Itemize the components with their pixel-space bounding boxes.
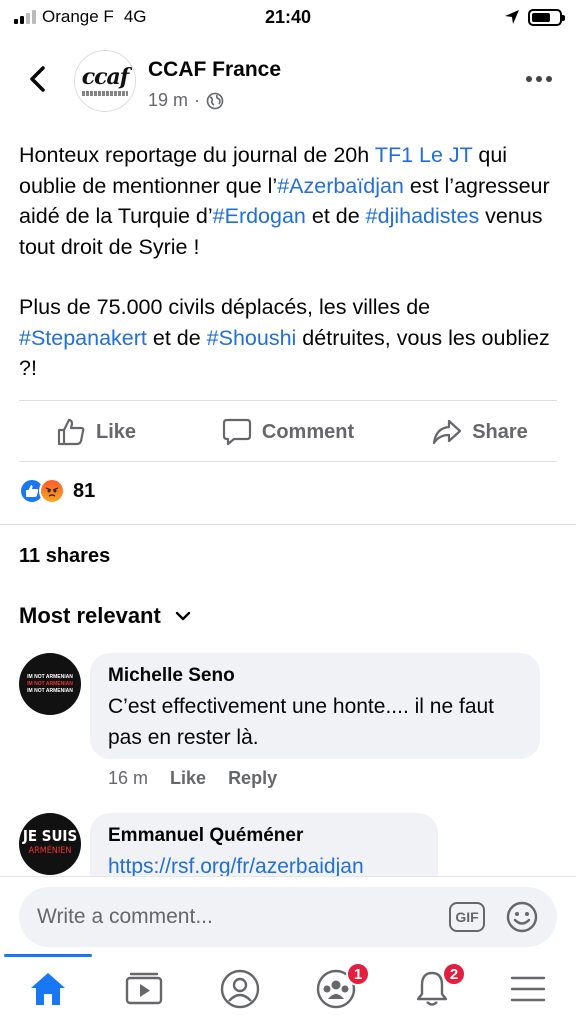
network-type: 4G (123, 7, 147, 26)
comment-composer: GIF (19, 887, 557, 947)
comment-text: C’est effectivement une honte.... il ne … (108, 695, 495, 749)
divider (0, 524, 576, 525)
gif-button[interactable]: GIF (449, 902, 485, 932)
nav-home[interactable] (0, 954, 96, 1024)
comment-input[interactable] (37, 905, 449, 929)
commenter-avatar[interactable]: JE SUIS ARMÉNIEN (19, 813, 81, 875)
page-name[interactable]: CCAF France (148, 58, 281, 82)
share-button[interactable]: Share (384, 417, 576, 447)
nav-notifications[interactable]: 2 (384, 954, 480, 1024)
thumbs-up-icon (57, 418, 85, 446)
status-bar: Orange F 4G 21:40 (0, 0, 576, 34)
comment-time: 16 m (108, 768, 149, 788)
signal-icon (14, 10, 36, 24)
post-link[interactable]: #Stepanakert (19, 326, 147, 350)
back-button[interactable] (22, 62, 52, 96)
nav-watch[interactable] (96, 954, 192, 1024)
comment-meta: 16 m Like Reply (108, 768, 277, 789)
post-actions: Like Comment Share (0, 404, 576, 460)
post-paragraph-1: Honteux reportage du journal de 20h TF1 … (19, 140, 559, 262)
comment-bubble[interactable]: Michelle Seno C’est effectivement une ho… (90, 653, 540, 759)
shares-count[interactable]: 11 shares (19, 545, 110, 568)
battery-icon (528, 8, 565, 26)
nav-profile[interactable] (192, 954, 288, 1024)
angry-icon (39, 478, 65, 504)
page-logo: ccaf (81, 64, 130, 90)
post-link[interactable]: #Azerbaïdjan (277, 174, 404, 198)
comment-author[interactable]: Emmanuel Quéméner (108, 825, 420, 847)
post-link[interactable]: #Shoushi (207, 326, 297, 350)
comment-composer-bar: GIF (0, 876, 576, 954)
divider (19, 400, 557, 401)
comment-button[interactable]: Comment (192, 417, 384, 447)
post-time[interactable]: 19 m (148, 90, 188, 111)
more-options-button[interactable] (526, 76, 552, 82)
comment-like-button[interactable]: Like (170, 768, 206, 789)
reaction-count: 81 (73, 479, 96, 502)
watch-icon (125, 972, 163, 1005)
post-link[interactable]: #djihadistes (366, 204, 480, 228)
emoji-icon[interactable] (505, 900, 539, 934)
post-link[interactable]: TF1 Le JT (375, 143, 473, 167)
back-arrow-icon (30, 66, 45, 92)
location-icon (505, 10, 519, 24)
reaction-summary[interactable]: 81 (19, 478, 95, 504)
groups-badge: 1 (346, 962, 370, 986)
post-text-segment: et de (305, 204, 366, 228)
post-text-segment: et de (146, 325, 207, 350)
post-link[interactable]: #Erdogan (213, 204, 306, 228)
comment-author[interactable]: Michelle Seno (108, 665, 522, 687)
nav-menu[interactable] (480, 954, 576, 1024)
comment-icon (222, 418, 251, 446)
share-icon (433, 419, 462, 445)
menu-icon (510, 976, 546, 1002)
post-meta: 19 m · (148, 90, 224, 111)
home-icon (31, 973, 65, 1005)
bottom-nav: 1 2 (0, 954, 576, 1024)
comment-reply-button[interactable]: Reply (228, 768, 277, 789)
post-paragraph-2: Plus de 75.000 civils déplacés, les vill… (19, 292, 559, 384)
nav-groups[interactable]: 1 (288, 954, 384, 1024)
post-text-segment: Honteux reportage du journal de 20h (19, 143, 375, 167)
globe-icon (206, 92, 224, 109)
commenter-avatar[interactable]: IM NOT ARMENIAN IM NOT ARMENIAN IM NOT A… (19, 653, 81, 715)
post-header: ccaf CCAF France 19 m · (0, 40, 576, 120)
chevron-down-icon (175, 611, 191, 621)
comment-sort-dropdown[interactable]: Most relevant (19, 603, 191, 629)
sort-label: Most relevant (19, 603, 161, 628)
post-text: Honteux reportage du journal de 20h TF1 … (19, 140, 559, 414)
divider (19, 461, 557, 462)
like-button[interactable]: Like (0, 417, 192, 447)
carrier-name: Orange F (42, 7, 114, 26)
page-avatar[interactable]: ccaf (74, 50, 136, 112)
notifications-badge: 2 (442, 962, 466, 986)
post-text-segment: Plus de 75.000 civils déplacés, les vill… (19, 295, 431, 319)
profile-icon (220, 969, 260, 1009)
